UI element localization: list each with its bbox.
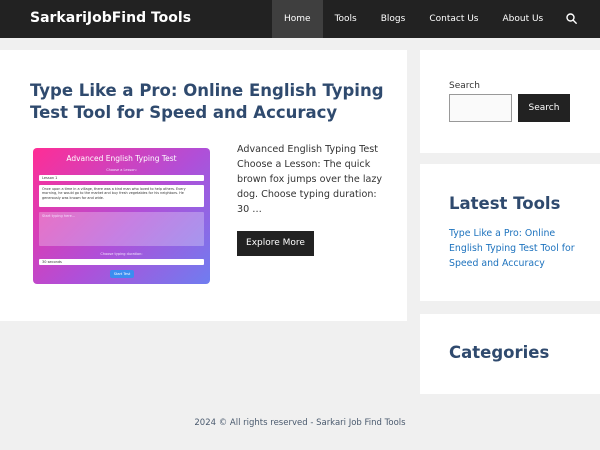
latest-tools-title: Latest Tools <box>449 194 561 213</box>
search-icon <box>566 13 578 24</box>
thumbnail-duration-label: Choose typing duration: <box>100 252 143 256</box>
categories-title: Categories <box>449 343 550 362</box>
thumbnail-typing-area: Start typing here... <box>39 212 204 246</box>
thumbnail-sample-text: Once upon a time in a village, there was… <box>39 185 204 207</box>
nav-tools[interactable]: Tools <box>323 0 369 38</box>
top-navigation-bar: SarkariJobFind Tools Home Tools Blogs Co… <box>0 0 600 38</box>
nav-home[interactable]: Home <box>272 0 323 38</box>
latest-tool-link[interactable]: Type Like a Pro: Online English Typing T… <box>449 226 579 271</box>
main-menu: Home Tools Blogs Contact Us About Us <box>272 0 589 38</box>
search-button[interactable]: Search <box>518 94 570 122</box>
nav-blogs[interactable]: Blogs <box>369 0 418 38</box>
search-input[interactable] <box>449 94 512 122</box>
thumbnail-start-button: Start Test <box>110 270 134 278</box>
footer-copyright: 2024 © All rights reserved - Sarkari Job… <box>194 418 406 428</box>
site-brand[interactable]: SarkariJobFind Tools <box>30 10 191 26</box>
nav-contact-us[interactable]: Contact Us <box>417 0 490 38</box>
thumbnail-lesson-label: Choose a Lesson: <box>106 168 137 172</box>
article-thumbnail[interactable]: Advanced English Typing Test Choose a Le… <box>33 148 210 284</box>
thumbnail-duration-select: 30 seconds <box>39 259 204 265</box>
nav-search-button[interactable] <box>555 0 589 38</box>
thumbnail-lesson-select: Lesson 1 <box>39 175 204 181</box>
article-title[interactable]: Type Like a Pro: Online English Typing T… <box>30 80 385 124</box>
thumbnail-title: Advanced English Typing Test <box>66 154 177 163</box>
search-label: Search <box>449 81 480 91</box>
explore-more-button[interactable]: Explore More <box>237 231 314 256</box>
nav-about-us[interactable]: About Us <box>491 0 556 38</box>
article-excerpt: Advanced English Typing Test Choose a Le… <box>237 144 383 215</box>
